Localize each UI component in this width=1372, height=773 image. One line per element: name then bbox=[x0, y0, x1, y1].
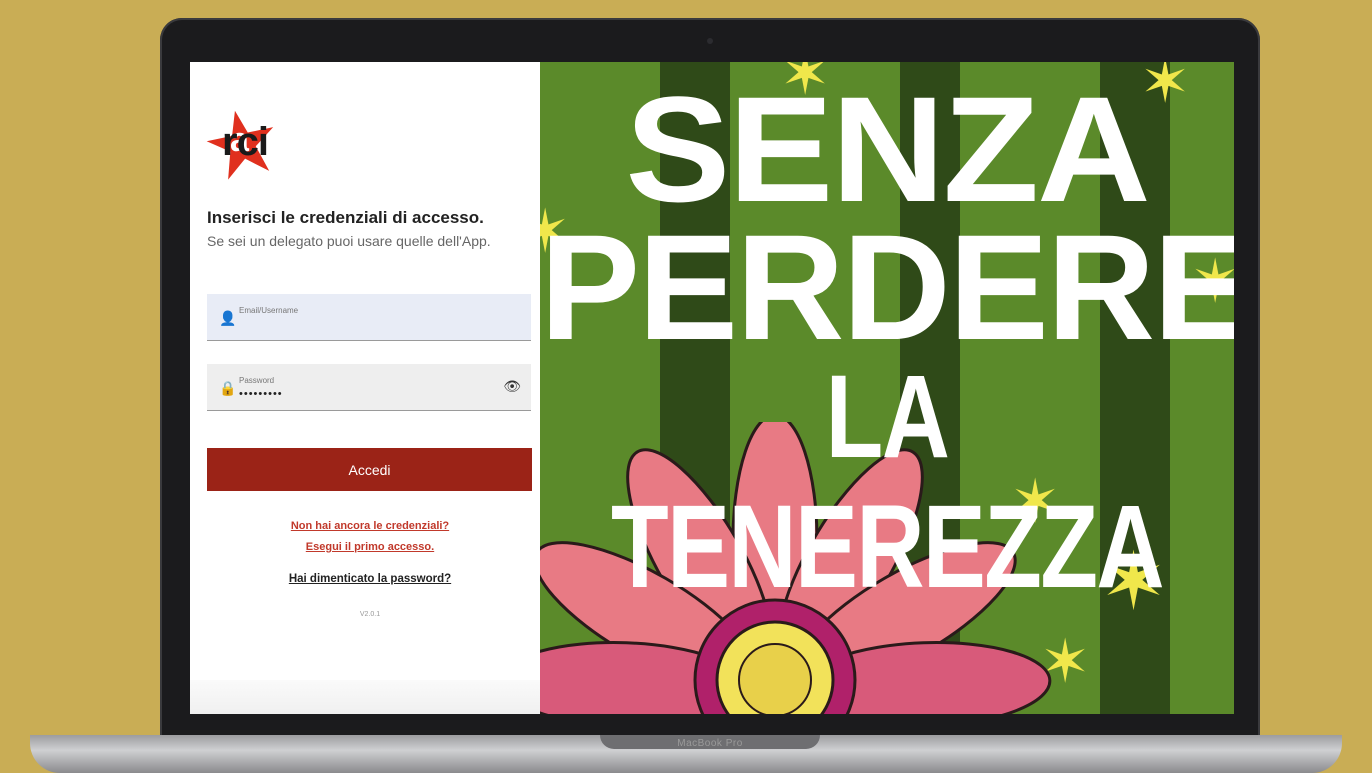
panel-footer bbox=[190, 680, 540, 714]
email-field-label: Email/Username bbox=[239, 306, 299, 315]
first-access-link[interactable]: Esegui il primo accesso. bbox=[190, 541, 550, 553]
user-icon: 👤 bbox=[219, 310, 237, 326]
lock-icon: 🔒 bbox=[219, 380, 237, 396]
device-brand-label: MacBook Pro bbox=[677, 738, 743, 749]
accedi-button[interactable]: Accedi bbox=[207, 448, 532, 491]
password-field-value: ••••••••• bbox=[239, 388, 283, 400]
show-password-eye-icon[interactable]: 👁 bbox=[503, 378, 521, 395]
password-field[interactable]: 🔒 Password ••••••••• 👁 bbox=[207, 364, 531, 411]
login-heading: Inserisci le credenziali di accesso. bbox=[207, 208, 484, 227]
poster-title-line1: SENZA bbox=[625, 65, 1150, 233]
no-credentials-link[interactable]: Non hai ancora le credenziali? bbox=[190, 520, 550, 532]
screen: a rci Inserisci le credenziali di access… bbox=[190, 62, 1234, 714]
login-panel: a rci Inserisci le credenziali di access… bbox=[190, 62, 540, 714]
forgot-password-link[interactable]: Hai dimenticato la password? bbox=[190, 573, 550, 585]
email-field[interactable]: 👤 Email/Username bbox=[207, 294, 531, 341]
camera-icon bbox=[707, 38, 713, 44]
login-subheading: Se sei un delegato puoi usare quelle del… bbox=[207, 233, 491, 249]
logo-text: rci bbox=[222, 120, 269, 164]
version-label: V2.0.1 bbox=[359, 611, 381, 618]
poster-title-line2: PERDERE bbox=[540, 203, 1234, 371]
password-field-label: Password bbox=[239, 376, 275, 385]
poster-image: ✶ ✶ ✶ ✶ ✶ ✶ ✶ SENZA PERDERE LA TENEREZZA bbox=[540, 62, 1234, 714]
poster-title-line3: LA TENEREZZA bbox=[611, 351, 1165, 613]
